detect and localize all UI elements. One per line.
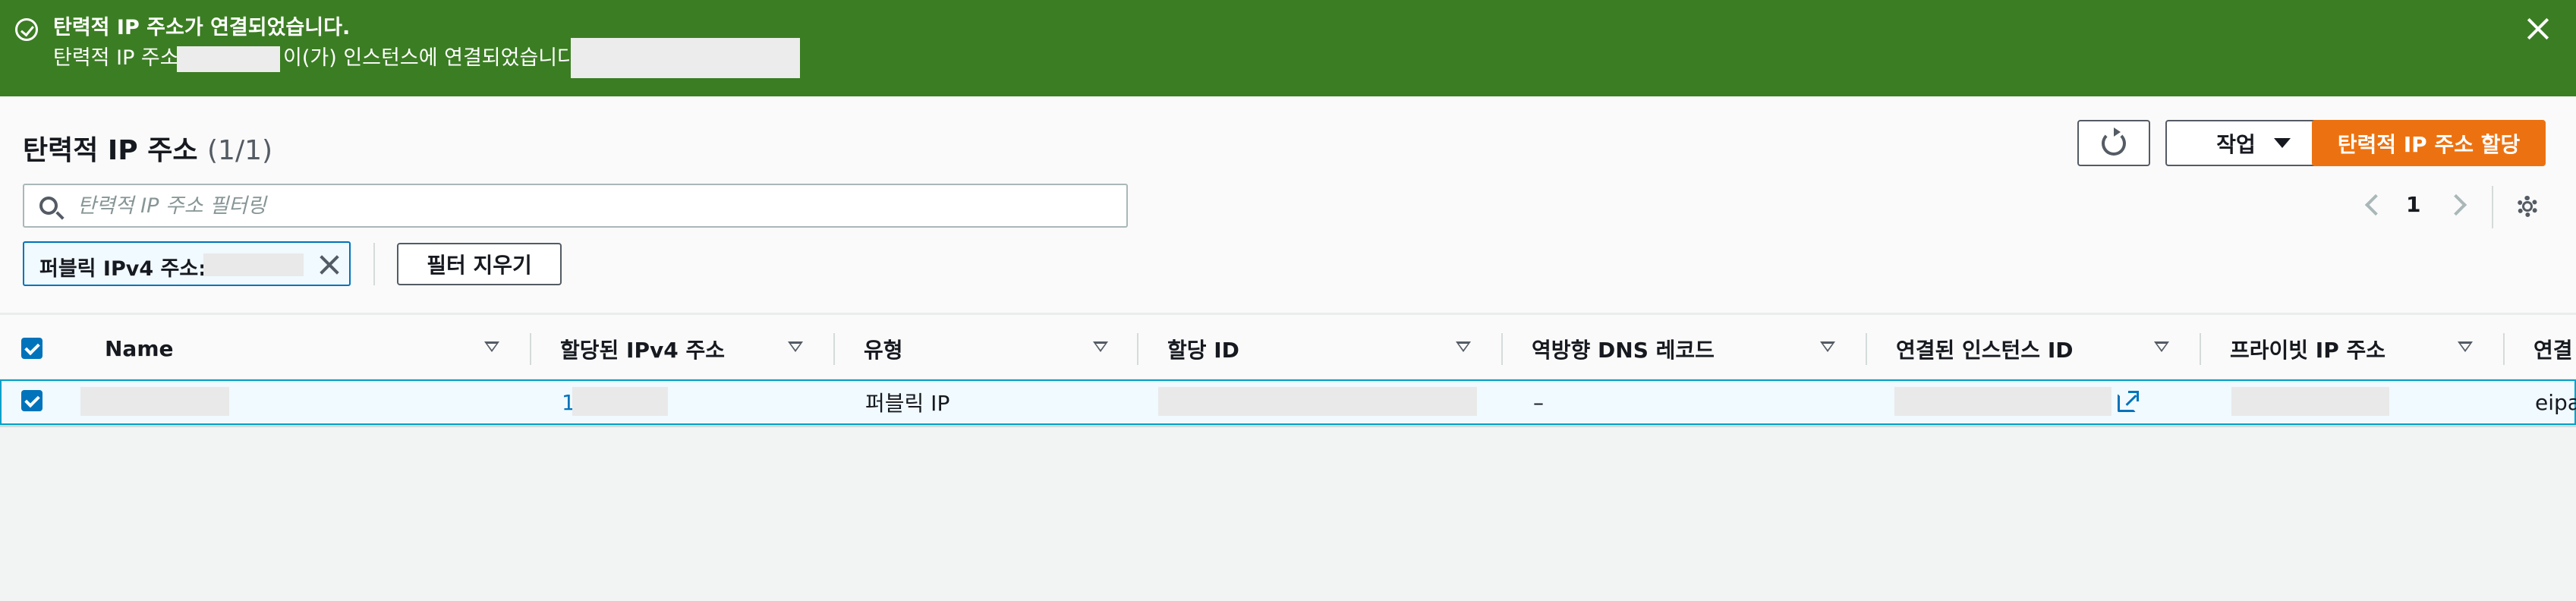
column-divider [833,333,835,365]
sort-icon[interactable] [1820,341,1835,352]
column-divider [1501,333,1503,365]
chevron-right-icon [2445,194,2467,216]
column-header-reverse-dns[interactable]: 역방향 DNS 레코드 [1532,315,1715,382]
row-checkbox[interactable] [21,390,43,411]
sort-icon[interactable] [2458,341,2473,352]
column-header-type[interactable]: 유형 [864,315,903,382]
sort-icon[interactable] [2154,341,2169,352]
next-page-button[interactable] [2445,193,2471,220]
remove-filter-close-icon[interactable] [317,253,342,277]
association-id-cell: eipas [2535,389,2576,415]
search-box [23,184,1128,228]
column-header-private-ip[interactable]: 프라이빗 IP 주소 [2230,315,2385,382]
redacted-instance-id [571,38,800,78]
filter-token: 퍼블릭 IPv4 주소: [23,241,351,286]
table-header: Name 할당된 IPv4 주소 유형 할당 ID 역방향 DNS 레코드 연결… [0,313,2576,380]
current-page-number[interactable]: 1 [2406,192,2420,217]
flash-message-middle: 이(가) 인스턴스에 연결되었습니다. [283,46,583,70]
column-header-allocated-ipv4[interactable]: 할당된 IPv4 주소 [560,315,725,382]
column-divider [1137,333,1138,365]
flash-close-icon[interactable] [2524,15,2552,42]
filter-token-label: 퍼블릭 IPv4 주소: [39,257,207,281]
refresh-icon [2102,127,2126,156]
chevron-left-icon [2364,194,2387,216]
reverse-dns-cell: – [1533,389,1544,415]
redacted-ipv4 [572,387,668,416]
filter-input[interactable] [77,191,1117,220]
sort-icon[interactable] [1456,341,1471,352]
type-cell: 퍼블릭 IP [865,391,950,416]
redacted-instance-id [1894,387,2112,416]
gear-core [2522,201,2533,212]
column-header-allocation-id[interactable]: 할당 ID [1167,315,1239,382]
column-header-association[interactable]: 연결 [2533,315,2573,382]
page-title: 탄력적 IP 주소 (1/1) [23,128,272,168]
redacted-ip [177,46,280,72]
redacted-filter-value [203,253,304,276]
preferences-gear-icon[interactable] [2515,194,2540,219]
sort-icon[interactable] [1093,341,1108,352]
success-flash-banner: 탄력적 IP 주소가 연결되었습니다. 탄력적 IP 주소 이(가) 인스턴스에… [0,0,2576,96]
column-divider [530,333,531,365]
sort-icon[interactable] [484,341,499,352]
column-divider [2503,333,2505,365]
success-check-icon [15,18,38,41]
redacted-private-ip [2231,387,2389,416]
allocate-elastic-ip-button[interactable]: 탄력적 IP 주소 할당 [2312,120,2546,166]
selection-count: (1/1) [207,135,273,166]
page-title-text: 탄력적 IP 주소 [23,135,198,166]
column-header-associated-instance-id[interactable]: 연결된 인스턴스 ID [1896,315,2073,382]
flash-message-prefix: 탄력적 IP 주소 [53,46,179,70]
external-link-icon[interactable] [2118,391,2139,412]
flash-message: 탄력적 IP 주소 [53,46,179,71]
actions-label: 작업 [2216,131,2256,157]
sort-icon[interactable] [788,341,803,352]
elastic-ip-panel: 탄력적 IP 주소 (1/1) 작업 탄력적 IP 주소 할당 1 퍼블릭 IP… [0,96,2576,427]
caret-down-icon [2273,138,2291,148]
redacted-name [80,387,229,416]
flash-title: 탄력적 IP 주소가 연결되었습니다. [53,16,351,39]
previous-page-button[interactable] [2359,193,2387,220]
select-all-checkbox[interactable] [21,338,43,359]
pager-divider [2492,186,2493,228]
table-row[interactable]: 1 퍼블릭 IP – eipas [0,379,2576,425]
column-header-name[interactable]: Name [105,315,174,382]
column-divider [1866,333,1867,365]
refresh-button[interactable] [2077,120,2150,166]
column-divider [2200,333,2201,365]
clear-filters-button[interactable]: 필터 지우기 [397,243,562,285]
search-icon [39,197,58,215]
filter-divider [373,243,375,285]
redacted-allocation-id [1158,387,1477,416]
external-link-head [2128,391,2139,401]
